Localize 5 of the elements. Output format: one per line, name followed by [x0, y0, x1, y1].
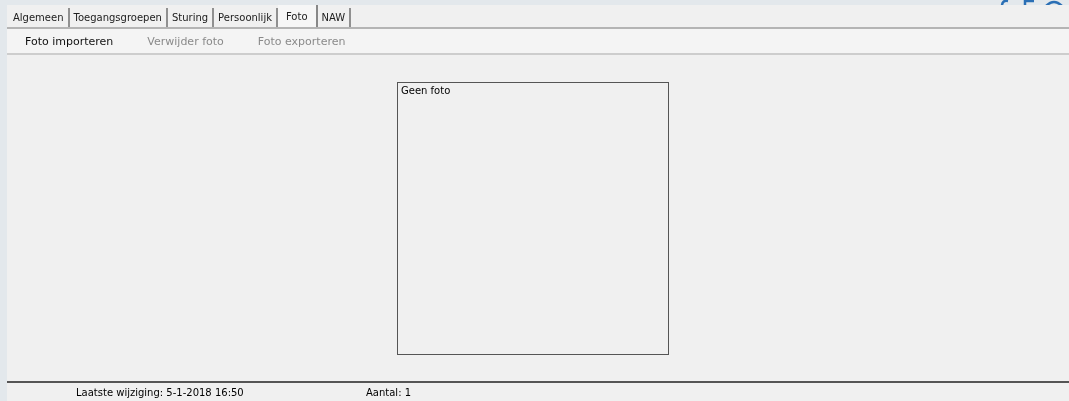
last-modified-text: Laatste wijziging: 5-1-2018 16:50 — [76, 386, 245, 398]
count-text: Aantal: 1 — [366, 386, 412, 398]
tab[interactable]: Foto — [277, 5, 318, 27]
photo-frame: Geen foto — [397, 82, 669, 356]
toolbar-button[interactable]: Foto importeren — [13, 34, 126, 48]
